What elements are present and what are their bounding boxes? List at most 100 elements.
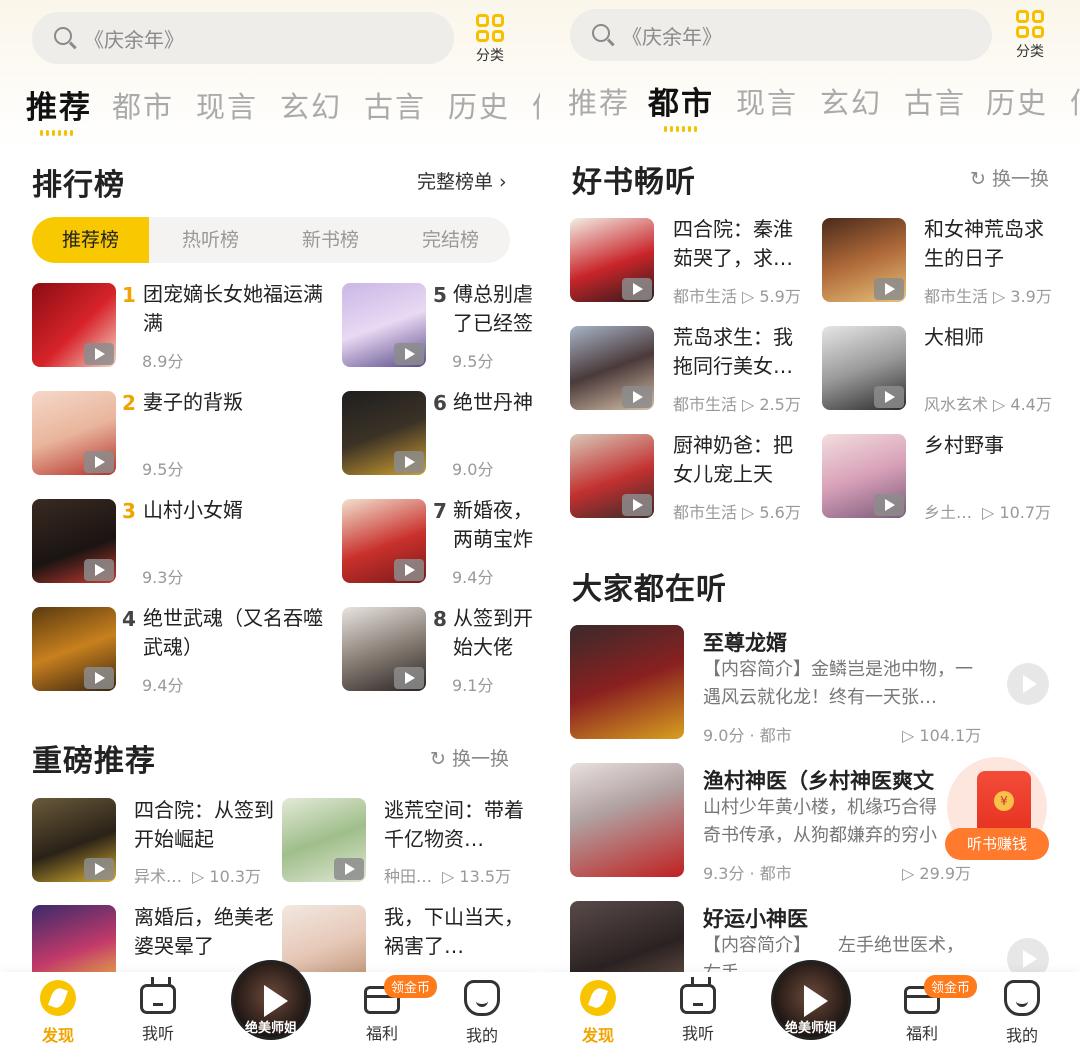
tab-city[interactable]: 都市 xyxy=(648,78,714,123)
book-title[interactable]: 渔村神医（乡村神医爽文 xyxy=(703,765,934,795)
book-title[interactable]: 逃荒空间：带着千亿物资… xyxy=(384,796,534,854)
right-screen: 《庆余年》 分类 推荐 都市 现言 玄幻 古言 历史 仙 好书畅听 ↻ 换一换 … xyxy=(540,0,1080,1058)
tab-history[interactable]: 历史 xyxy=(986,80,1048,122)
book-title[interactable]: 好运小神医 xyxy=(703,903,808,933)
gold-coin-badge[interactable]: 领金币 xyxy=(924,975,978,998)
tab-romance[interactable]: 现言 xyxy=(196,84,258,126)
book-title[interactable]: 厨神奶爸：把女儿宠上天 xyxy=(673,431,803,489)
tab-history[interactable]: 历史 xyxy=(448,84,510,126)
play-icon xyxy=(394,667,424,689)
rank-book-title[interactable]: 从签到开始大佬 xyxy=(453,604,540,662)
play-count: ▷ 29.9万 xyxy=(902,864,972,883)
book-title[interactable]: 荒岛求生：我拖同行美女… xyxy=(673,323,803,381)
play-count: ▷ 13.5万 xyxy=(442,867,512,886)
full-list-link[interactable]: 完整榜单 › xyxy=(417,167,507,194)
book-title[interactable]: 四合院：秦淮茹哭了，求… xyxy=(673,215,803,273)
rank-tabs: 推荐榜 热听榜 新书榜 完结榜 xyxy=(32,217,510,263)
rank-book-title[interactable]: 傅总别虐了已经签了 xyxy=(453,280,540,338)
book-cover[interactable] xyxy=(570,326,654,410)
book-cover[interactable] xyxy=(570,625,684,739)
book-description: 山村少年黄小楼，机缘巧合得奇书传承，从狗都嫌弃的穷小 xyxy=(703,797,937,846)
active-tab-indicator xyxy=(662,126,698,132)
tab-more[interactable]: 仙 xyxy=(1070,80,1080,122)
book-title[interactable]: 和女神荒岛求生的日子 xyxy=(924,215,1054,273)
rank-book-title[interactable]: 绝世丹神 xyxy=(453,388,540,418)
book-cover[interactable] xyxy=(32,499,116,583)
book-cover[interactable] xyxy=(342,391,426,475)
nav-discover[interactable]: 发现 xyxy=(568,980,628,1046)
nav-listening[interactable]: 我听 xyxy=(668,977,728,1044)
book-cover[interactable] xyxy=(32,607,116,691)
book-cover[interactable] xyxy=(570,218,654,302)
rank-number: 5 xyxy=(433,283,447,307)
tab-ancient[interactable]: 古言 xyxy=(904,80,966,122)
book-title[interactable]: 离婚后，绝美老婆哭晕了 xyxy=(134,903,284,961)
book-cover[interactable] xyxy=(822,434,906,518)
rank-tab-new[interactable]: 新书榜 xyxy=(272,217,389,263)
tab-more[interactable]: 仙 xyxy=(532,84,540,126)
category-button[interactable]: 分类 xyxy=(1012,10,1048,61)
rank-tab-hot[interactable]: 热听榜 xyxy=(152,217,269,263)
book-title[interactable]: 至尊龙婿 xyxy=(703,627,787,657)
book-tag: 都市生活 xyxy=(924,287,989,306)
book-cover[interactable] xyxy=(570,763,684,877)
refresh-button[interactable]: ↻ 换一换 xyxy=(430,744,509,771)
rank-book-title[interactable]: 妻子的背叛 xyxy=(143,388,323,446)
play-icon xyxy=(84,343,114,365)
tab-romance[interactable]: 现言 xyxy=(736,80,798,122)
book-score: 9.1分 xyxy=(452,676,494,695)
tab-recommend[interactable]: 推荐 xyxy=(568,80,630,122)
tab-fantasy[interactable]: 玄幻 xyxy=(280,84,342,126)
tab-recommend[interactable]: 推荐 xyxy=(26,82,92,127)
book-cover[interactable] xyxy=(32,283,116,367)
nav-label: 发现 xyxy=(41,1026,74,1045)
play-count: ▷ 10.7万 xyxy=(982,503,1052,522)
book-cover[interactable] xyxy=(342,283,426,367)
rank-book-title[interactable]: 团宠嫡长女她福运满满 xyxy=(143,280,323,338)
play-icon xyxy=(84,858,114,880)
book-cover[interactable] xyxy=(570,434,654,518)
book-cover[interactable] xyxy=(342,607,426,691)
rank-book-title[interactable]: 新婚夜，两萌宝炸 xyxy=(453,496,540,554)
book-cover[interactable] xyxy=(282,798,366,882)
nav-mine[interactable]: 我的 xyxy=(992,980,1052,1046)
book-title[interactable]: 我，下山当天，祸害了… xyxy=(384,903,534,961)
category-button[interactable]: 分类 xyxy=(472,14,508,65)
nav-listening[interactable]: 我听 xyxy=(128,977,188,1044)
book-cover[interactable] xyxy=(32,391,116,475)
rank-book-title[interactable]: 绝世武魂（又名吞噬武魂） xyxy=(143,604,323,662)
search-bar[interactable]: 《庆余年》 xyxy=(32,12,454,64)
rank-book-title[interactable]: 山村小女婿 xyxy=(143,496,323,554)
book-cover[interactable] xyxy=(32,798,116,882)
nav-label: 福利 xyxy=(365,1024,398,1043)
rank-number: 8 xyxy=(433,607,447,631)
nav-discover[interactable]: 发现 xyxy=(28,980,88,1046)
tab-city[interactable]: 都市 xyxy=(112,84,174,126)
book-cover[interactable] xyxy=(342,499,426,583)
discover-icon xyxy=(580,980,616,1016)
tab-fantasy[interactable]: 玄幻 xyxy=(820,80,882,122)
book-title[interactable]: 乡村野事 xyxy=(924,431,1054,461)
book-cover[interactable] xyxy=(822,218,906,302)
book-cover[interactable] xyxy=(822,326,906,410)
grid-icon xyxy=(1016,10,1044,38)
earn-money-label[interactable]: 听书赚钱 xyxy=(945,828,1049,860)
rank-tab-finished[interactable]: 完结榜 xyxy=(392,217,509,263)
book-title[interactable]: 大相师 xyxy=(924,323,1054,353)
nav-label: 我的 xyxy=(1005,1026,1038,1045)
book-score: 9.4分 xyxy=(452,568,494,587)
gold-coin-badge[interactable]: 领金币 xyxy=(384,975,438,998)
nav-mine[interactable]: 我的 xyxy=(452,980,512,1046)
play-icon xyxy=(874,386,904,408)
rank-section-title: 排行榜 xyxy=(32,168,125,203)
rank-tab-recommend[interactable]: 推荐榜 xyxy=(32,217,149,263)
play-button[interactable] xyxy=(1007,663,1049,705)
play-icon xyxy=(874,494,904,516)
search-icon xyxy=(54,27,72,45)
book-score: 9.3分 xyxy=(142,568,184,587)
search-bar[interactable]: 《庆余年》 xyxy=(570,9,992,61)
book-title[interactable]: 四合院：从签到开始崛起 xyxy=(134,796,284,854)
play-count: ▷ 4.4万 xyxy=(993,395,1052,414)
refresh-button[interactable]: ↻ 换一换 xyxy=(970,164,1049,191)
tab-ancient[interactable]: 古言 xyxy=(364,84,426,126)
